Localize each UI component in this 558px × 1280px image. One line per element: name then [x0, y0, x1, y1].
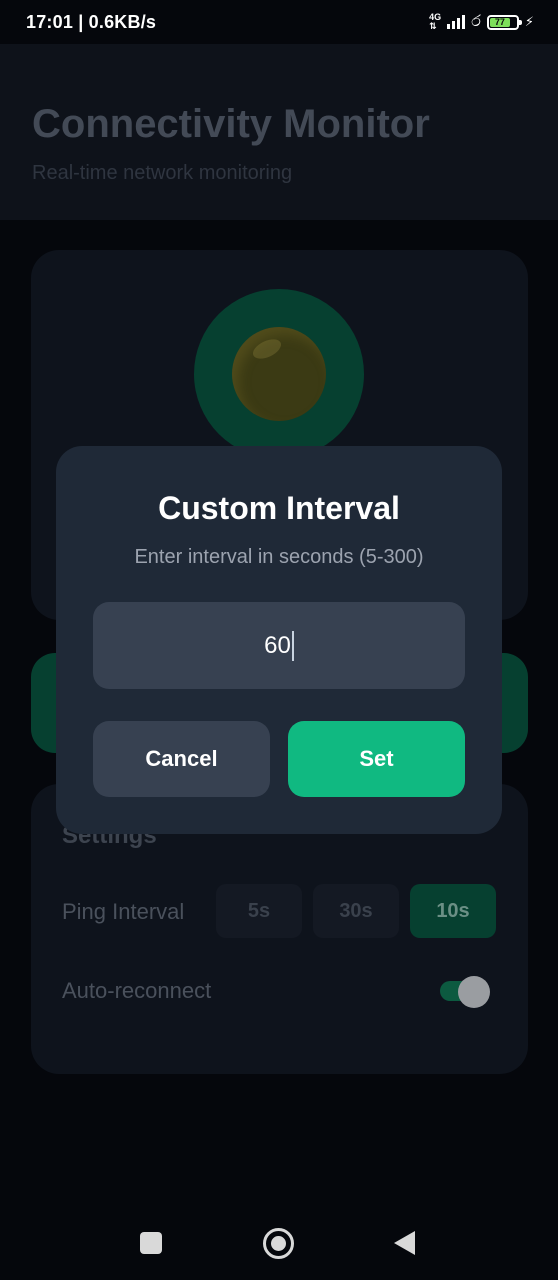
interval-option-5s[interactable]: 5s [216, 884, 302, 938]
dialog-subtitle: Enter interval in seconds (5-300) [134, 546, 424, 568]
auto-reconnect-toggle[interactable] [440, 976, 490, 1008]
dialog-title: Custom Interval [158, 490, 400, 526]
battery-icon: 77 [486, 14, 522, 30]
text-cursor [291, 630, 294, 661]
interval-option-30s[interactable]: 30s [313, 884, 399, 938]
back-icon[interactable] [394, 1231, 415, 1255]
toggle-knob [458, 976, 490, 1008]
app-title: Connectivity Monitor [32, 102, 430, 146]
connection-indicator-light [232, 327, 326, 421]
interval-option-10s[interactable]: 10s [410, 884, 496, 938]
interval-input-value: 60 [264, 631, 291, 659]
auto-reconnect-label: Auto-reconnect [62, 978, 212, 1003]
hotspot-icon: ෮ [471, 13, 481, 30]
signal-icon [447, 15, 466, 29]
recents-icon[interactable] [140, 1232, 162, 1254]
ping-interval-label: Ping Interval [62, 899, 185, 924]
custom-interval-dialog: Custom Interval Enter interval in second… [56, 446, 502, 834]
set-button[interactable]: Set [288, 721, 465, 797]
app-subtitle: Real-time network monitoring [32, 162, 293, 184]
system-nav-bar [0, 1210, 558, 1280]
status-time-speed: 17:01 | 0.6KB/s [26, 11, 157, 32]
cancel-button[interactable]: Cancel [93, 721, 270, 797]
status-icons: 4G ⇅ ෮ 77 ⚡ [429, 13, 534, 31]
home-icon[interactable] [263, 1228, 294, 1259]
data-arrows-icon: ⇅ [429, 21, 437, 31]
network-type-indicator: 4G ⇅ [429, 13, 441, 31]
charging-icon: ⚡ [524, 14, 534, 29]
battery-level: 77 [489, 17, 510, 27]
interval-input[interactable]: 60 [93, 602, 465, 689]
status-bar: 17:01 | 0.6KB/s 4G ⇅ ෮ 77 ⚡ [0, 0, 558, 44]
